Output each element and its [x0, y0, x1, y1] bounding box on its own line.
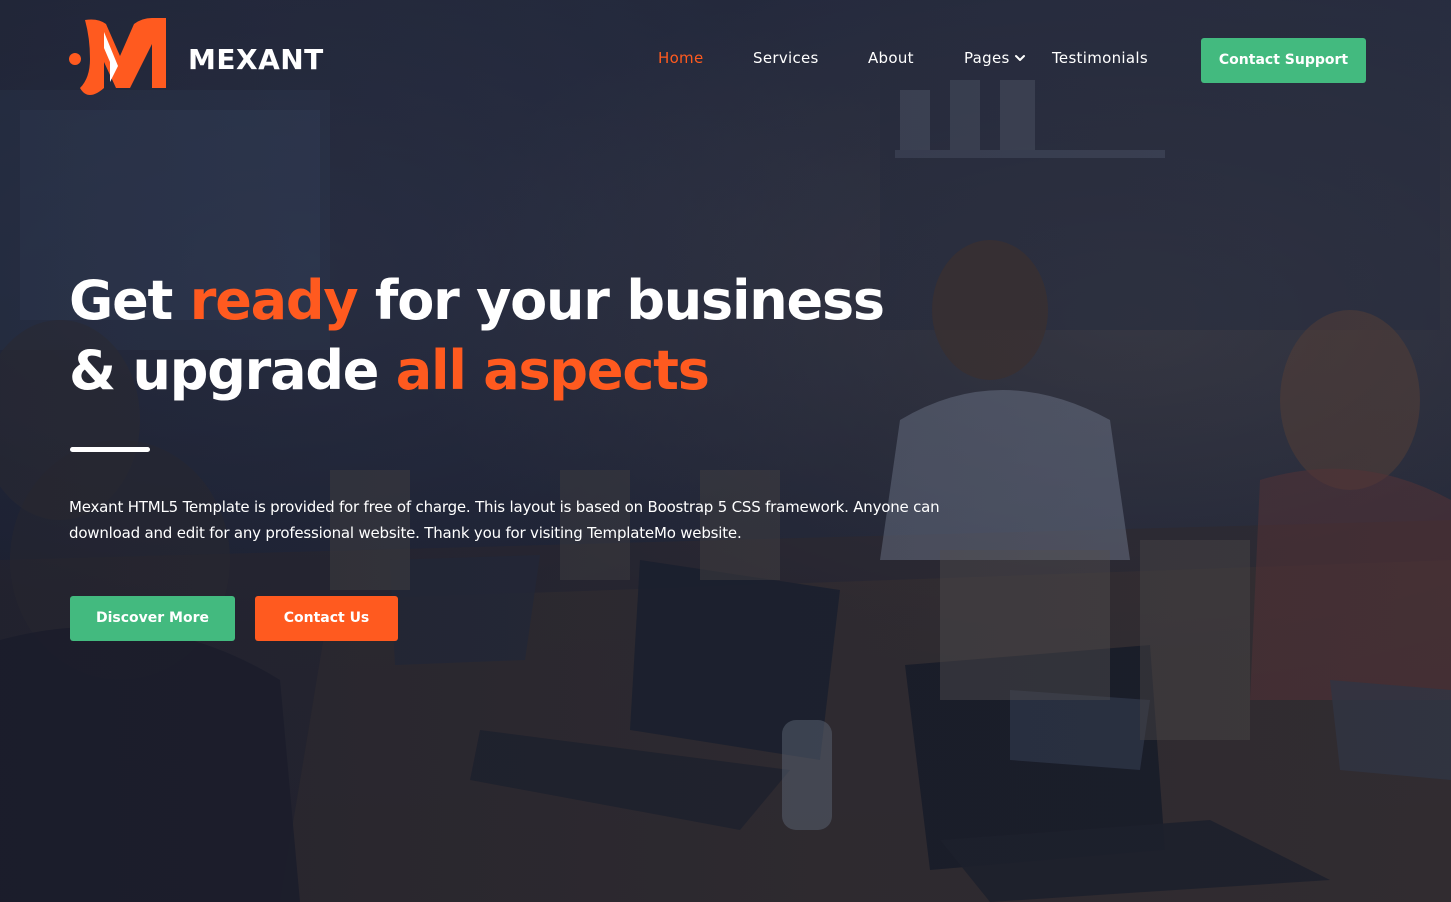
nav-item-pages-label: Pages: [964, 49, 1010, 67]
discover-more-button[interactable]: Discover More: [70, 596, 235, 641]
hero-title-line2: & upgrade all aspects: [69, 339, 710, 402]
nav-item-home[interactable]: Home: [658, 46, 704, 70]
nav-item-services[interactable]: Services: [753, 46, 819, 70]
hero-title: Get ready for your business & upgrade al…: [69, 266, 885, 406]
hero-title-text: Get: [69, 269, 190, 332]
contact-support-button[interactable]: Contact Support: [1201, 38, 1366, 83]
hero-title-line1: Get ready for your business: [69, 269, 885, 332]
contact-us-button[interactable]: Contact Us: [255, 596, 398, 641]
mexant-logo-icon: [69, 18, 166, 95]
logo[interactable]: MEXANT: [68, 18, 324, 100]
chevron-down-icon: [1014, 55, 1025, 61]
hero-overlay: [0, 0, 1451, 902]
nav-item-testimonials[interactable]: Testimonials: [1052, 46, 1148, 70]
hero-title-accent: ready: [189, 269, 359, 332]
nav-item-pages[interactable]: Pages: [964, 46, 1026, 70]
hero-title-text: & upgrade: [69, 339, 396, 402]
hero-divider: [70, 447, 150, 452]
brand-name: MEXANT: [188, 42, 324, 76]
nav-item-about[interactable]: About: [868, 46, 914, 70]
hero-title-accent: all aspects: [395, 339, 710, 402]
hero-title-text: for your business: [357, 269, 885, 332]
hero-description: Mexant HTML5 Template is provided for fr…: [69, 498, 940, 542]
page: MEXANT Home Services About Pages Testimo…: [0, 0, 1451, 902]
site-header: MEXANT Home Services About Pages Testimo…: [0, 0, 1451, 120]
